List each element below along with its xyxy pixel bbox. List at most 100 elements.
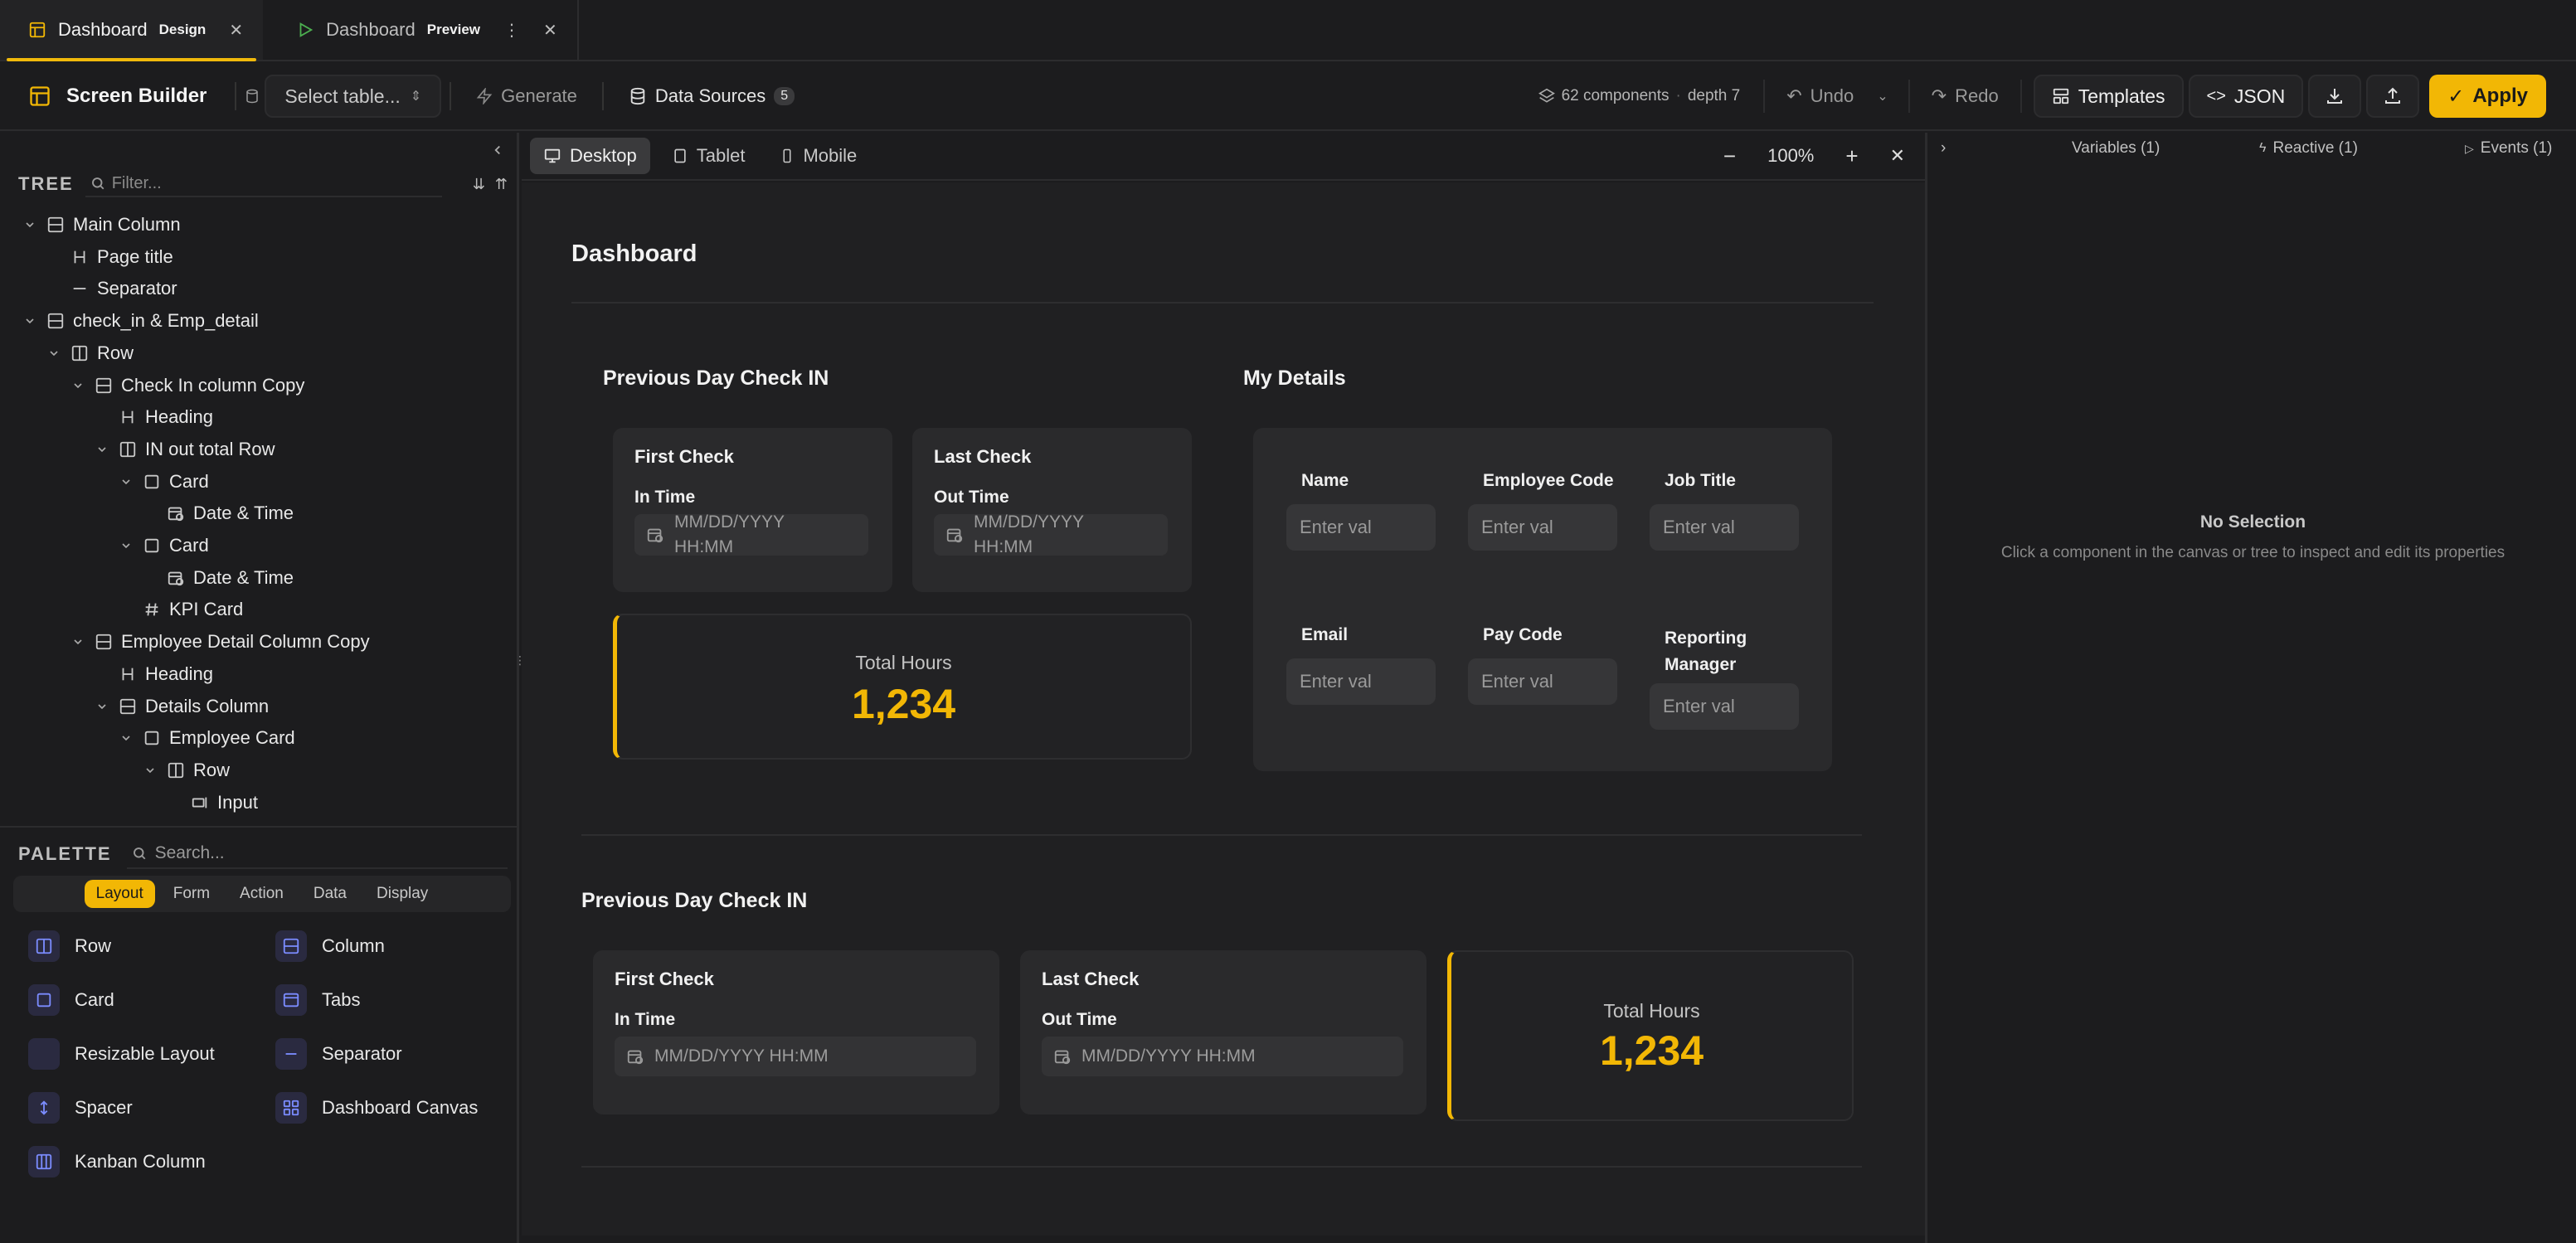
pay-code-input[interactable]: Enter val <box>1468 658 1617 705</box>
last-check-card[interactable]: Last Check Out Time MM/DD/YYYY HH:MM <box>1020 950 1427 1114</box>
employee-code-input[interactable]: Enter val <box>1468 504 1617 551</box>
tree-node[interactable]: Main Column <box>23 209 181 240</box>
tree-node[interactable]: Separator <box>47 273 177 304</box>
name-input[interactable]: Enter val <box>1286 504 1436 551</box>
undo-history-dropdown[interactable]: ⌄ <box>1869 75 1896 118</box>
collapse-all-icon[interactable]: ⇈ <box>495 176 508 193</box>
tree-node[interactable]: check_in & Emp_detail <box>23 305 259 337</box>
expand-all-icon[interactable]: ⇊ <box>473 176 485 193</box>
tree-node[interactable]: Employee Detail Column Copy <box>71 626 370 658</box>
category-display[interactable]: Display <box>365 880 440 908</box>
palette-search-input[interactable]: Search... <box>126 839 508 869</box>
chevron-down-icon[interactable] <box>71 379 86 392</box>
download-button[interactable] <box>2308 75 2362 118</box>
palette-item-column[interactable]: Column <box>275 930 385 962</box>
tree-node[interactable]: Input <box>168 787 258 818</box>
chevron-down-icon[interactable] <box>23 218 38 231</box>
calendar-clock-icon <box>1054 1050 1071 1065</box>
viewport-tablet[interactable]: Tablet <box>659 138 759 174</box>
kpi-card[interactable]: Total Hours 1,234 <box>1447 950 1854 1121</box>
page-title[interactable]: Dashboard <box>571 240 697 268</box>
chevron-down-icon[interactable] <box>95 700 110 713</box>
last-check-card[interactable]: Last Check Out Time MM/DD/YYYY HH:MM <box>912 428 1192 592</box>
tree-node[interactable]: Employee Card <box>119 722 295 754</box>
tree-node[interactable]: KPI Card <box>119 594 243 625</box>
reporting-manager-input[interactable]: Enter val <box>1650 683 1799 730</box>
tab-dashboard-preview[interactable]: Dashboard Preview ⋮ ✕ <box>263 0 579 60</box>
tab-variables[interactable]: Variables (1) <box>2072 139 2160 158</box>
palette-item-resizable-layout[interactable]: Resizable Layout <box>28 1038 215 1070</box>
employee-card[interactable]: Name Enter val Employee Code Enter val J… <box>1253 428 1832 771</box>
tree-node[interactable]: Card <box>119 530 209 561</box>
tree-node[interactable]: Date & Time <box>143 562 294 594</box>
palette-item-kanban-column[interactable]: Kanban Column <box>28 1146 206 1177</box>
tree-node[interactable]: IN out total Row <box>95 434 275 465</box>
category-layout[interactable]: Layout <box>84 880 155 908</box>
data-sources-button[interactable]: Data Sources 5 <box>612 75 811 118</box>
tab-reactive[interactable]: ϟ Reactive (1) <box>2259 139 2358 158</box>
apply-button[interactable]: ✓ Apply <box>2429 75 2546 118</box>
palette-item-separator[interactable]: Separator <box>275 1038 402 1070</box>
undo-button[interactable]: ↶ Undo <box>1776 75 1864 118</box>
chevron-right-icon[interactable]: › <box>1941 139 1946 158</box>
close-icon[interactable]: ✕ <box>1890 145 1905 167</box>
category-data[interactable]: Data <box>302 880 358 908</box>
tree-node[interactable]: Row <box>47 337 134 369</box>
select-table-dropdown[interactable]: Select table... ⇕ <box>265 75 442 118</box>
tree-node[interactable]: Date & Time <box>143 498 294 529</box>
tree-node[interactable]: Page title <box>47 241 173 273</box>
tree-node[interactable]: Card <box>119 466 209 498</box>
zoom-in-icon[interactable]: + <box>1845 143 1858 169</box>
upload-button[interactable] <box>2366 75 2420 118</box>
more-vertical-icon[interactable]: ⋮ <box>503 20 520 41</box>
checkin-heading[interactable]: Previous Day Check IN <box>603 367 829 391</box>
tree-node[interactable]: Heading <box>95 658 213 690</box>
generate-button[interactable]: Generate <box>459 75 594 118</box>
in-time-datetime-input[interactable]: MM/DD/YYYY HH:MM <box>615 1037 976 1076</box>
palette-item-tabs[interactable]: Tabs <box>275 984 360 1016</box>
job-title-input[interactable]: Enter val <box>1650 504 1799 551</box>
first-check-card[interactable]: First Check In Time MM/DD/YYYY HH:MM <box>593 950 999 1114</box>
tree-filter-input[interactable]: Filter... <box>85 171 442 197</box>
chevron-down-icon[interactable] <box>47 347 62 360</box>
chevron-down-icon[interactable] <box>23 314 38 328</box>
tab-dashboard-design[interactable]: Dashboard Design ✕ <box>0 0 264 61</box>
chevron-down-icon[interactable] <box>95 443 110 456</box>
redo-button[interactable]: ↷ Redo <box>1922 75 2009 118</box>
field-label: Email <box>1301 625 1349 644</box>
viewport-mobile[interactable]: Mobile <box>766 138 870 174</box>
palette-item-card[interactable]: Card <box>28 984 114 1016</box>
in-time-datetime-input[interactable]: MM/DD/YYYY HH:MM <box>634 512 868 556</box>
close-icon[interactable]: ✕ <box>543 20 557 41</box>
email-input[interactable]: Enter val <box>1286 658 1436 705</box>
palette-item-dashboard-canvas[interactable]: Dashboard Canvas <box>275 1092 478 1124</box>
details-heading[interactable]: My Details <box>1243 367 1346 391</box>
tab-events[interactable]: ▷ Events (1) <box>2465 139 2552 158</box>
chevron-down-icon[interactable] <box>119 475 134 488</box>
tree-node[interactable]: Check In column Copy <box>71 370 304 401</box>
first-check-card[interactable]: First Check In Time MM/DD/YYYY HH:MM <box>613 428 892 592</box>
tree-node[interactable]: Row <box>143 755 230 786</box>
chevron-down-icon[interactable] <box>71 635 86 648</box>
kpi-card[interactable]: Total Hours 1,234 <box>613 614 1192 760</box>
checkin-heading-copy[interactable]: Previous Day Check IN <box>581 889 807 913</box>
templates-button[interactable]: Templates <box>2033 75 2184 118</box>
out-time-datetime-input[interactable]: MM/DD/YYYY HH:MM <box>1042 1037 1403 1076</box>
chevron-down-icon[interactable] <box>143 764 158 777</box>
separator[interactable] <box>571 302 1874 303</box>
zoom-out-icon[interactable]: − <box>1723 143 1736 169</box>
chevron-left-icon[interactable] <box>490 143 505 158</box>
json-button[interactable]: <> JSON <box>2188 75 2304 118</box>
category-form[interactable]: Form <box>162 880 221 908</box>
chevron-down-icon[interactable] <box>119 539 134 552</box>
tree-node[interactable]: Heading <box>95 401 213 433</box>
database-icon <box>246 89 259 104</box>
chevron-down-icon[interactable] <box>119 731 134 745</box>
category-action[interactable]: Action <box>228 880 295 908</box>
tree-node[interactable]: Details Column <box>95 691 269 722</box>
palette-item-spacer[interactable]: Spacer <box>28 1092 133 1124</box>
out-time-datetime-input[interactable]: MM/DD/YYYY HH:MM <box>934 512 1168 556</box>
viewport-desktop[interactable]: Desktop <box>530 138 650 174</box>
close-icon[interactable]: ✕ <box>229 20 243 41</box>
palette-item-row[interactable]: Row <box>28 930 111 962</box>
